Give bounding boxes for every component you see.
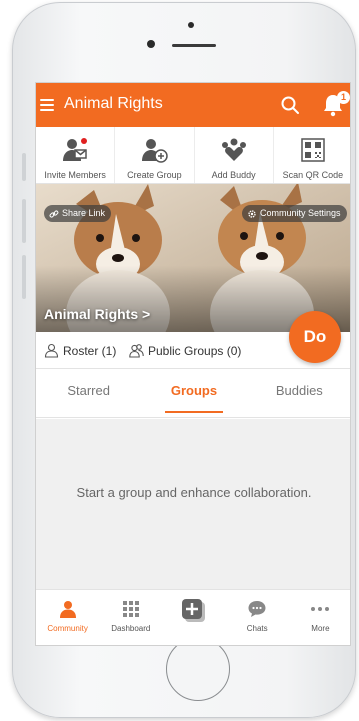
hamburger-menu-icon[interactable] [40, 99, 54, 111]
invite-members-label: Invite Members [44, 170, 106, 180]
dashboard-icon [122, 601, 139, 617]
scan-qr-code-label: Scan QR Code [282, 170, 344, 180]
create-group-button[interactable]: Create Group [115, 127, 195, 183]
mute-switch [22, 153, 26, 181]
tab-buddies[interactable]: Buddies [247, 370, 350, 417]
create-group-icon [142, 139, 169, 163]
front-sensor [188, 22, 194, 28]
search-icon[interactable] [280, 95, 300, 115]
more-icon [311, 607, 330, 611]
add-buddy-button[interactable]: Add Buddy [195, 127, 274, 183]
earpiece-speaker [172, 44, 216, 47]
add-buddy-label: Add Buddy [211, 170, 256, 180]
empty-state-message: Start a group and enhance collaboration. [76, 485, 312, 500]
top-bar: Animal Rights 1 [36, 83, 350, 127]
page-title: Animal Rights [64, 95, 163, 112]
public-groups-label: Public Groups (0) [148, 344, 242, 358]
tab-groups[interactable]: Groups [141, 370, 246, 417]
add-icon [182, 599, 205, 622]
person-icon [44, 343, 59, 358]
invite-members-button[interactable]: Invite Members [36, 127, 116, 183]
front-camera [147, 40, 155, 48]
nav-dashboard[interactable]: Dashboard [99, 590, 162, 645]
gear-icon [248, 210, 256, 218]
link-icon [49, 210, 59, 218]
volume-up-button [22, 199, 26, 243]
nav-community[interactable]: Community [36, 590, 99, 645]
community-stats: Roster (1) Public Groups (0) [36, 335, 350, 369]
create-group-label: Create Group [127, 170, 182, 180]
notification-badge: 1 [337, 91, 350, 104]
community-settings-button[interactable]: Community Settings [242, 205, 347, 222]
home-button[interactable] [166, 637, 230, 701]
tab-starred[interactable]: Starred [36, 370, 141, 417]
nav-add[interactable] [162, 590, 225, 645]
invite-members-icon [63, 138, 88, 161]
qr-code-icon [301, 138, 325, 162]
volume-down-button [22, 255, 26, 299]
public-groups-link[interactable]: Public Groups (0) [129, 344, 241, 358]
roster-link[interactable]: Roster (1) [44, 343, 116, 358]
scan-qr-code-button[interactable]: Scan QR Code [274, 127, 350, 183]
nav-more[interactable]: More [289, 590, 350, 645]
nav-chats[interactable]: Chats [226, 590, 289, 645]
community-icon [59, 601, 76, 618]
app-screen: Animal Rights 1 Invite Members Create Gr… [35, 82, 351, 646]
community-banner[interactable]: Share Link Community Settings Animal Rig… [36, 184, 350, 332]
share-link-label: Share Link [62, 208, 106, 218]
nav-community-label: Community [47, 624, 88, 633]
community-name-link[interactable]: Animal Rights > [44, 306, 150, 322]
nav-more-label: More [311, 624, 330, 633]
nav-chats-label: Chats [246, 624, 268, 633]
chats-icon [248, 601, 266, 617]
group-icon [129, 344, 144, 358]
tab-bar: Starred Groups Buddies [36, 370, 350, 418]
community-settings-label: Community Settings [260, 208, 341, 218]
nav-dashboard-label: Dashboard [111, 624, 151, 633]
bottom-nav: Community Dashboard Chats More [36, 589, 350, 645]
share-link-button[interactable]: Share Link [44, 205, 112, 222]
add-buddy-icon [221, 138, 246, 161]
groups-content: Start a group and enhance collaboration. [36, 419, 350, 589]
action-row: Invite Members Create Group Add Buddy Sc… [36, 127, 350, 184]
